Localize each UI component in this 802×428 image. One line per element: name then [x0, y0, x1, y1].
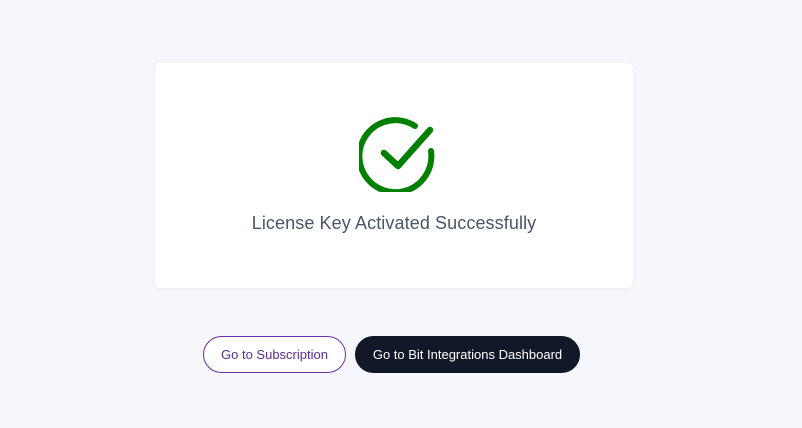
success-message: License Key Activated Successfully — [251, 213, 537, 233]
go-to-dashboard-button[interactable]: Go to Bit Integrations Dashboard — [355, 336, 580, 373]
go-to-subscription-button[interactable]: Go to Subscription — [203, 336, 346, 373]
success-card: License Key Activated Successfully — [155, 63, 633, 288]
page: License Key Activated Successfully Go to… — [0, 0, 802, 428]
check-circle-icon — [359, 117, 435, 192]
